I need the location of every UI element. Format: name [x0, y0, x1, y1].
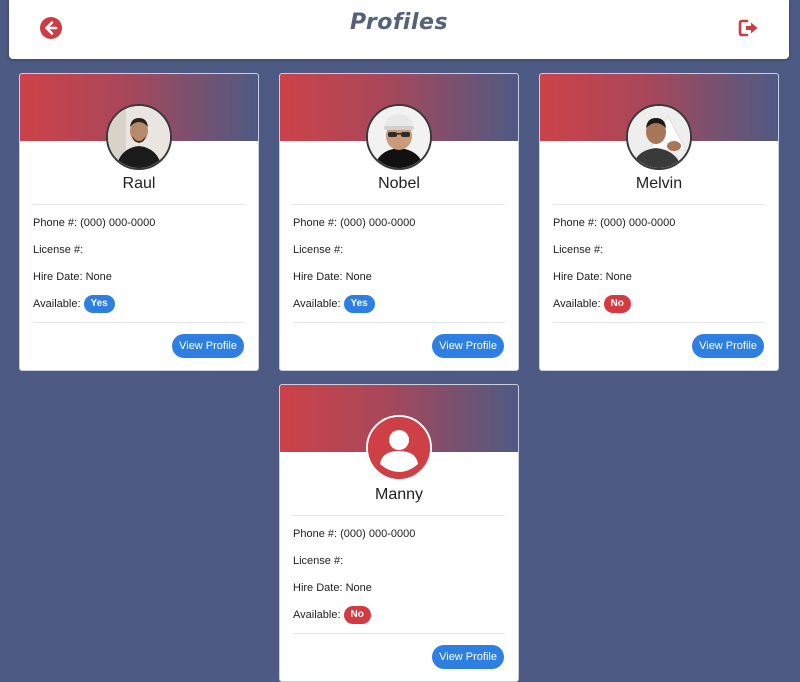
avatar	[366, 415, 432, 481]
view-profile-button[interactable]: View Profile	[692, 334, 764, 358]
hire-date-value: None	[345, 582, 372, 594]
phone-field: Phone #: (000) 000-0000	[293, 528, 415, 540]
status-badge: No	[343, 606, 371, 624]
license-field: License #:	[33, 244, 83, 256]
hire-date-value: None	[85, 271, 112, 283]
avatar	[106, 104, 172, 170]
profile-photo	[628, 106, 690, 168]
phone-value: (000) 000-0000	[600, 217, 676, 229]
hire-date-label: Hire Date:	[33, 271, 83, 283]
profile-card: Raul Phone #: (000) 000-0000 License #: …	[19, 73, 259, 371]
hire-date-field: Hire Date: None	[293, 582, 372, 594]
hire-date-field: Hire Date: None	[553, 271, 632, 283]
view-profile-button[interactable]: View Profile	[432, 645, 504, 669]
profile-card: Melvin Phone #: (000) 000-0000 License #…	[539, 73, 779, 371]
hire-date-value: None	[345, 271, 372, 283]
availability-field: Available: No	[293, 606, 371, 624]
license-label: License #:	[293, 244, 344, 256]
hire-date-value: None	[605, 271, 632, 283]
profile-card: Nobel Phone #: (000) 000-0000 License #:…	[279, 73, 519, 371]
page-header: Profiles	[9, 0, 789, 59]
hire-date-field: Hire Date: None	[33, 271, 112, 283]
profile-name: Raul	[122, 175, 156, 192]
phone-field: Phone #: (000) 000-0000	[293, 217, 415, 229]
sign-out-icon	[738, 19, 758, 37]
logout-button[interactable]	[737, 16, 761, 40]
license-field: License #:	[553, 244, 603, 256]
avatar	[366, 104, 432, 170]
license-label: License #:	[293, 555, 344, 567]
phone-label: Phone #:	[293, 217, 338, 229]
license-field: License #:	[293, 244, 343, 256]
divider	[293, 633, 505, 634]
profile-name: Nobel	[378, 175, 420, 192]
default-user-icon	[368, 417, 430, 479]
license-label: License #:	[33, 244, 84, 256]
availability-field: Available: Yes	[33, 295, 115, 313]
phone-value: (000) 000-0000	[80, 217, 156, 229]
profile-photo	[108, 106, 170, 168]
hire-date-label: Hire Date:	[293, 271, 343, 283]
profile-photo	[368, 106, 430, 168]
availability-field: Available: Yes	[293, 295, 375, 313]
status-badge: Yes	[83, 295, 115, 313]
divider	[553, 204, 765, 205]
phone-label: Phone #:	[553, 217, 598, 229]
available-label: Available:	[553, 298, 601, 310]
phone-field: Phone #: (000) 000-0000	[33, 217, 155, 229]
available-label: Available:	[33, 298, 81, 310]
availability-field: Available: No	[553, 295, 631, 313]
divider	[33, 322, 245, 323]
divider	[293, 322, 505, 323]
phone-value: (000) 000-0000	[340, 528, 416, 540]
phone-field: Phone #: (000) 000-0000	[553, 217, 675, 229]
available-label: Available:	[293, 298, 341, 310]
divider	[293, 515, 505, 516]
phone-label: Phone #:	[33, 217, 78, 229]
phone-label: Phone #:	[293, 528, 338, 540]
license-label: License #:	[553, 244, 604, 256]
available-label: Available:	[293, 609, 341, 621]
divider	[33, 204, 245, 205]
hire-date-label: Hire Date:	[293, 582, 343, 594]
profile-name: Manny	[374, 486, 424, 503]
divider	[553, 322, 765, 323]
phone-value: (000) 000-0000	[340, 217, 416, 229]
status-badge: No	[603, 295, 631, 313]
page-title: Profiles	[349, 10, 449, 35]
view-profile-button[interactable]: View Profile	[432, 334, 504, 358]
profile-card: Manny Phone #: (000) 000-0000 License #:…	[279, 384, 519, 682]
avatar	[626, 104, 692, 170]
hire-date-field: Hire Date: None	[293, 271, 372, 283]
license-field: License #:	[293, 555, 343, 567]
status-badge: Yes	[343, 295, 375, 313]
hire-date-label: Hire Date:	[553, 271, 603, 283]
view-profile-button[interactable]: View Profile	[172, 334, 244, 358]
profile-name: Melvin	[635, 175, 683, 192]
divider	[293, 204, 505, 205]
